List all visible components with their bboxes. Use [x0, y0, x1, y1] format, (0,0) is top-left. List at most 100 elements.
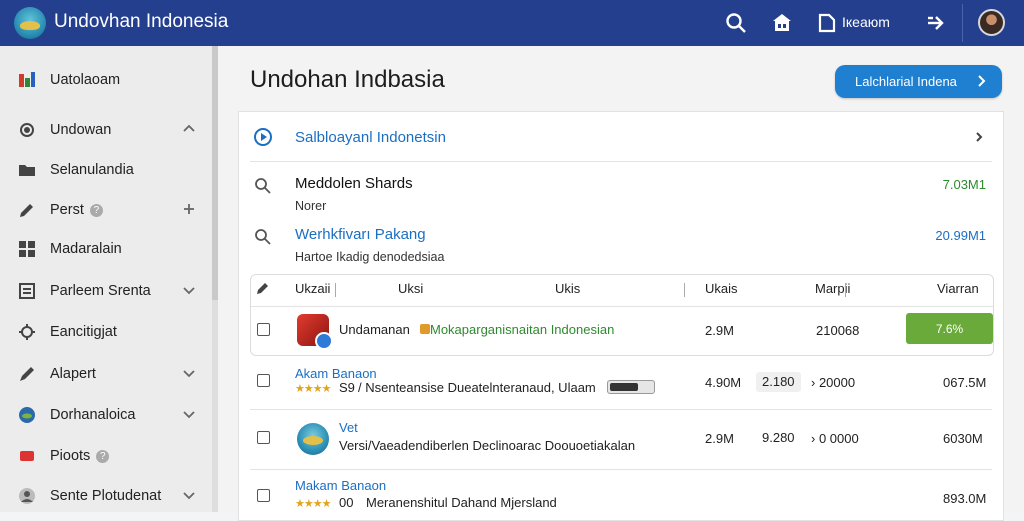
app-thumbnail: [297, 423, 329, 455]
search-result[interactable]: Werhkfivarı Pakang Hartoe Ikadig denoded…: [250, 226, 992, 272]
column-divider: [684, 283, 685, 297]
divider: [251, 306, 993, 307]
result-subtitle: Hartoe Ikadig denodedsiaa: [295, 250, 445, 264]
sidebar-item-pioots[interactable]: Pioots?: [0, 441, 212, 471]
globe-icon: [19, 407, 35, 423]
primary-action-label: Lalchlarial Indena: [855, 74, 957, 89]
chevron-down-icon[interactable]: [182, 283, 196, 297]
sidebar-item-label: Eancitigjat: [50, 324, 117, 340]
logout-icon[interactable]: [924, 11, 948, 35]
tag-icon: [20, 451, 34, 461]
result-subtitle: Norer: [295, 199, 327, 213]
gear-icon: [20, 123, 34, 137]
row-desc: Meranenshitul Dahand Mjersland: [366, 495, 557, 510]
table-row[interactable]: Makam Banaon ★★★★ 00 Meranenshitul Dahan…: [250, 478, 994, 512]
row-value: 210068: [816, 323, 860, 338]
chevron-down-icon[interactable]: [182, 366, 196, 380]
sidebar-item-label: Sente Plotudenat: [50, 488, 162, 504]
sidebar-item-parleem-srenta[interactable]: Parleem Srenta: [0, 276, 212, 306]
folder-icon: [19, 165, 35, 176]
row-checkbox[interactable]: [257, 374, 270, 387]
sidebar-item-sente-plotudenat[interactable]: Sente Plotudenat: [0, 481, 212, 511]
page-title: Undohan Indbasia: [250, 66, 445, 93]
row-score: S9: [339, 380, 355, 395]
top-bar: Undovhan Indonesia Ікеаюm: [0, 0, 1024, 46]
search-icon: [255, 178, 271, 194]
help-icon[interactable]: ?: [89, 204, 103, 217]
document-icon[interactable]: [815, 11, 839, 35]
row-desc: Versi/Vaeadendiberlen Declinoarac Doouoe…: [339, 438, 636, 453]
pen-icon: [20, 367, 34, 381]
sidebar-item-label: Alapert: [50, 366, 96, 382]
apps-icon: [19, 72, 35, 87]
column-divider: [845, 283, 846, 297]
sidebar-item-alapert[interactable]: Alapert: [0, 359, 212, 389]
row-checkbox[interactable]: [257, 489, 270, 502]
app-logo[interactable]: [14, 7, 46, 39]
sidebar-item-perst[interactable]: Perst?: [0, 195, 212, 225]
row-title[interactable]: Vet: [339, 420, 358, 435]
table-row[interactable]: Vet Versi/Vaeadendiberlen Declinoarac Do…: [250, 420, 994, 464]
row-value: 2.9M: [705, 323, 734, 338]
app-title: Undovhan Indonesia: [54, 11, 229, 32]
row-value-badge: 2.180: [756, 372, 801, 392]
pencil-icon[interactable]: [256, 281, 270, 295]
chevron-down-icon[interactable]: [182, 407, 196, 421]
section-header[interactable]: Salbloayanl Indonetsin: [250, 121, 990, 155]
primary-action-button[interactable]: Lalchlarial Indena: [835, 65, 1002, 98]
sidebar-item-eancitigjat[interactable]: Eancitigjat: [0, 317, 212, 347]
tag-icon: [420, 324, 430, 334]
search-icon[interactable]: [724, 11, 748, 35]
search-icon: [255, 229, 271, 245]
row-desc: / Nsenteansise Dueatelnteranaud, Ulaam: [358, 380, 596, 395]
list-icon: [19, 283, 35, 299]
play-circle-icon: [254, 128, 272, 146]
row-title[interactable]: Makam Banaon: [295, 478, 386, 493]
store-icon[interactable]: [770, 11, 794, 35]
avatar[interactable]: [978, 9, 1005, 36]
row-value-badge: 9.280: [756, 428, 801, 448]
sidebar-item-label: Parleem Srenta: [50, 283, 151, 299]
chevron-up-icon[interactable]: [182, 122, 196, 136]
row-value: 4.90M: [705, 375, 742, 390]
search-result[interactable]: Meddolen Shards Norer 7.03M1: [250, 175, 992, 221]
row-score: 00: [339, 495, 354, 510]
result-title: Werhkfivarı Pakang: [295, 226, 426, 243]
table-row[interactable]: Undamanan Mokaparganisnaitan Indonesian …: [250, 313, 994, 350]
sidebar-item-undowan[interactable]: Undowan: [0, 115, 212, 145]
sidebar-item-label: Selanulandia: [50, 162, 134, 178]
result-title: Meddolen Shards: [295, 175, 413, 192]
sidebar-item-dorhanaloica[interactable]: Dorhanaloica: [0, 400, 212, 430]
chevron-right-icon[interactable]: [972, 130, 986, 144]
row-value: 2.9M: [705, 431, 734, 446]
column-header[interactable]: Ukais: [705, 281, 738, 296]
toggle-switch[interactable]: [607, 380, 655, 394]
sidebar-item-uatolaoam[interactable]: Uatolaoam: [0, 65, 212, 95]
sidebar-item-selanulandia[interactable]: Selanulandia: [0, 155, 212, 185]
plus-icon[interactable]: [182, 202, 196, 216]
sidebar-item-madaralain[interactable]: Madaralain: [0, 234, 212, 264]
row-title[interactable]: Akam Banaon: [295, 366, 377, 381]
row-value: 067.5M: [943, 375, 987, 390]
sidebar-item-label: Pioots?: [50, 448, 110, 464]
result-amount: 20.99M1: [935, 228, 986, 243]
sidebar-item-label: Madaralain: [50, 241, 122, 257]
settings-icon: [19, 324, 35, 340]
user-label[interactable]: Ікеаюm: [842, 14, 890, 30]
rating-stars: ★★★★: [295, 498, 331, 510]
row-checkbox[interactable]: [257, 431, 270, 444]
chevron-down-icon[interactable]: [182, 488, 196, 502]
column-header[interactable]: Uksi: [398, 281, 423, 296]
column-header[interactable]: Viarran: [937, 281, 979, 296]
result-amount: 7.03M1: [942, 177, 986, 192]
row-name: Undamanan: [339, 322, 410, 337]
row-value: 893.0M: [943, 491, 987, 506]
table-row[interactable]: Akam Banaon ★★★★ S9 / Nsenteansise Dueat…: [250, 366, 994, 410]
section-title: Salbloayanl Indonetsin: [295, 129, 446, 146]
row-action-button[interactable]: 7.6%: [906, 313, 993, 344]
help-icon[interactable]: ?: [96, 450, 110, 463]
column-header[interactable]: Ukis: [555, 281, 580, 296]
column-header[interactable]: Ukzaii: [295, 281, 330, 296]
row-value: › 0 0000: [811, 431, 859, 446]
row-checkbox[interactable]: [257, 323, 270, 336]
